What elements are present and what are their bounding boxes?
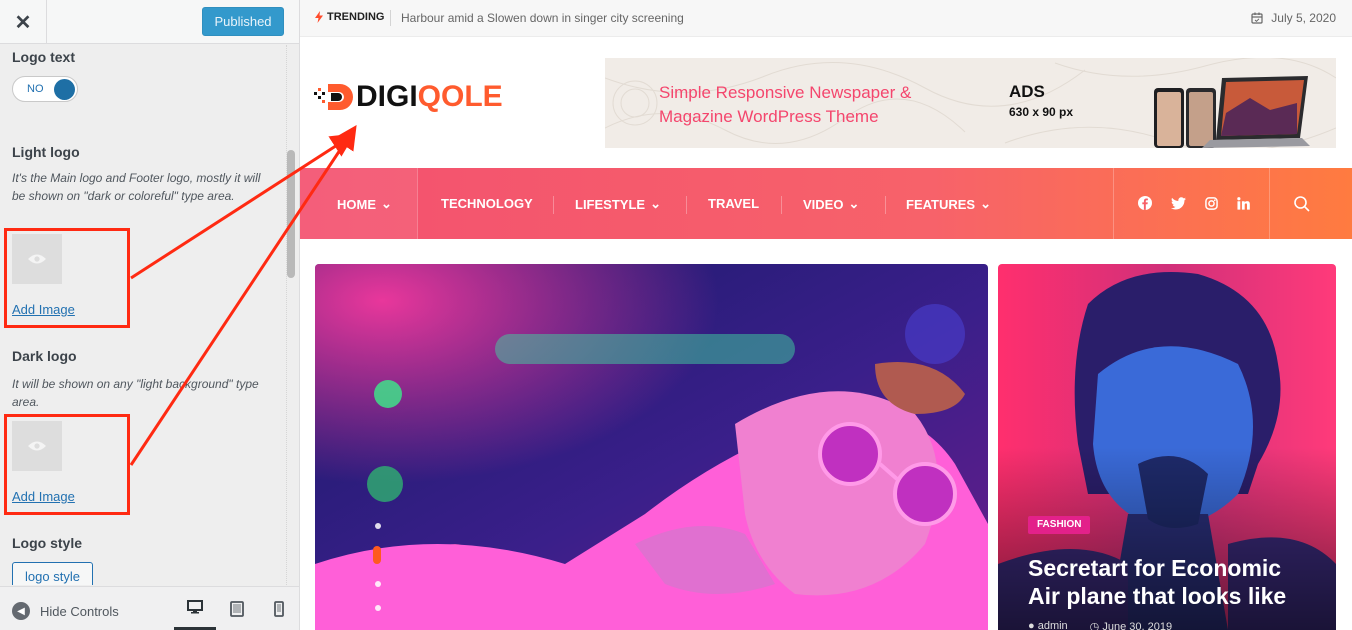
scrollbar-track[interactable] [286,45,299,585]
dark-logo-title: Dark logo [12,348,77,364]
tablet-preview-button[interactable] [216,587,258,630]
ad-headline-line-2: Magazine WordPress Theme [659,107,879,126]
nav-label: TRAVEL [708,196,760,211]
date-text: July 5, 2020 [1271,11,1336,25]
toggle-label: NO [27,83,44,95]
facebook-icon[interactable] [1137,195,1153,211]
toggle-knob [54,79,75,100]
date-display: July 5, 2020 [1251,11,1336,25]
hide-controls-button[interactable]: ◀ Hide Controls [12,602,119,620]
divider [390,10,391,26]
publish-button[interactable]: Published [202,7,284,36]
customizer-header: ✕ Published [0,0,299,44]
ad-headline-line-1: Simple Responsive Newspaper & [659,83,912,102]
post-meta: ● admin ◷ June 30, 2019 [1028,620,1172,630]
mobile-icon [274,601,284,617]
social-links [1113,168,1270,239]
slider-dot[interactable] [375,605,381,611]
search-icon[interactable] [1293,195,1311,213]
calendar-icon [1251,12,1263,24]
trending-label: TRENDING [315,11,384,23]
customizer-footer: ◀ Hide Controls [0,586,299,630]
linkedin-icon[interactable] [1235,195,1251,211]
post-date: ◷ June 30, 2019 [1090,620,1172,630]
desktop-icon [187,600,203,614]
bolt-icon [315,11,323,23]
ad-size: 630 x 90 px [1009,105,1074,119]
post-date-text: June 30, 2019 [1102,621,1173,630]
light-logo-description: It's the Main logo and Footer logo, most… [12,171,261,203]
nav-item-technology[interactable]: TECHNOLOGY [441,196,533,211]
top-bar: TRENDING Harbour amid a Slowen down in s… [300,0,1352,37]
nav-label: LIFESTYLE [575,196,646,212]
logo-text-toggle[interactable]: NO [12,76,78,102]
logo-wordmark: DIGIQOLE [356,80,503,114]
nav-divider [553,196,554,214]
light-logo-title: Light logo [12,144,80,160]
featured-slider[interactable] [315,264,988,630]
close-icon[interactable]: ✕ [0,0,47,44]
collapse-arrow-icon: ◀ [12,602,30,620]
author-name: admin [1037,620,1068,630]
nav-item-travel[interactable]: TRAVEL [708,196,759,211]
nav-label: TECHNOLOGY [441,196,533,211]
chevron-down-icon: ⌄ [650,196,661,211]
nav-item-features[interactable]: FEATURES ⌄ [906,196,991,212]
ad-title: ADS [1009,82,1045,101]
main-navigation: HOME ⌄ TECHNOLOGY LIFESTYLE ⌄ TRAVEL VIDEO… [300,168,1352,239]
post-title[interactable]: Secretart for Economic Air plane that lo… [1028,554,1318,610]
light-logo-add-image-link[interactable]: Add Image [12,302,75,317]
chevron-down-icon: ⌄ [980,196,992,211]
light-logo-thumbnail[interactable] [12,234,62,284]
nav-label: FEATURES [906,196,976,212]
post-author[interactable]: ● admin [1028,620,1068,630]
tablet-icon [230,601,244,617]
nav-divider [686,196,687,214]
desktop-preview-button[interactable] [174,587,216,630]
dark-logo-add-image-link[interactable]: Add Image [12,489,75,504]
hero-image [315,264,988,630]
ad-headline: Simple Responsive Newspaper & Magazine W… [659,81,911,129]
logo-mark-icon [314,84,353,110]
slider-dot-active[interactable] [373,546,381,564]
nav-item-lifestyle[interactable]: LIFESTYLE ⌄ [575,196,661,212]
chevron-down-icon: ⌄ [848,196,860,211]
devices-image [1154,76,1310,148]
logo-part-2: QOLE [417,80,503,113]
nav-divider [781,196,782,214]
trending-headline[interactable]: Harbour amid a Slowen down in singer cit… [401,11,684,25]
eye-icon [28,441,46,451]
nav-item-video[interactable]: VIDEO ⌄ [803,196,859,212]
dark-logo-description: It will be shown on any "light backgroun… [12,377,259,409]
nav-divider [885,196,886,214]
logo-style-button[interactable]: logo style [12,562,93,585]
scrollbar-thumb[interactable] [287,150,295,278]
dark-logo-thumbnail[interactable] [12,421,62,471]
nav-label: VIDEO [803,196,844,212]
mobile-preview-button[interactable] [258,587,300,630]
nav-item-home[interactable]: HOME ⌄ [337,196,392,212]
customizer-panel: ✕ Published Logo text NO Light logo It's… [0,0,300,630]
chevron-down-icon: ⌄ [381,196,392,211]
trending-text-label: TRENDING [327,11,385,23]
slider-dot[interactable] [375,523,381,529]
customizer-controls: Logo text NO Light logo It's the Main lo… [0,45,286,585]
hide-controls-label: Hide Controls [40,603,119,619]
slider-dot[interactable] [375,581,381,587]
twitter-icon[interactable] [1170,195,1186,211]
logo-part-1: DIGI [356,80,418,113]
featured-post-card[interactable]: FASHION Secretart for Economic Air plane… [998,264,1336,630]
category-badge[interactable]: FASHION [1028,516,1091,534]
logo-style-title: Logo style [12,535,83,551]
logo-text-title: Logo text [12,49,75,65]
ad-banner[interactable]: Simple Responsive Newspaper & Magazine W… [605,58,1336,148]
eye-icon [28,254,46,264]
instagram-icon[interactable] [1203,195,1219,211]
nav-label: HOME [337,196,376,212]
site-logo[interactable]: DIGIQOLE [314,80,503,114]
site-preview: TRENDING Harbour amid a Slowen down in s… [300,0,1352,630]
